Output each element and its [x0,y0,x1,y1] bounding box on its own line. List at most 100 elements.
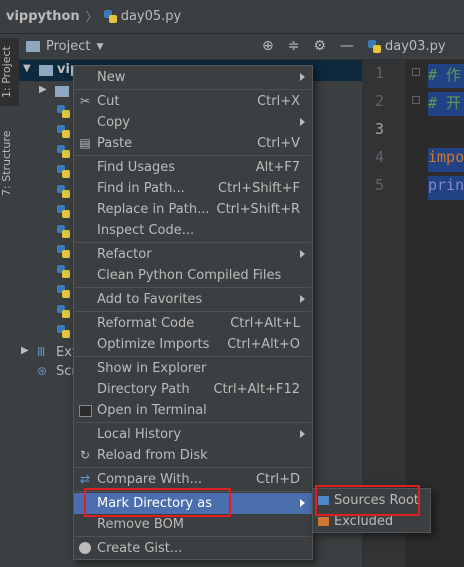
menu-item-show-explorer[interactable]: Show in Explorer [74,358,312,379]
python-file-icon [57,125,70,138]
menu-item-reformat[interactable]: Reformat Code Ctrl+Alt+L [74,313,312,334]
menu-item-copy[interactable]: Copy [74,112,312,133]
menu-item-label: Local History [97,427,182,442]
tree-file-row[interactable] [19,202,73,222]
locate-icon[interactable]: ⊕ [262,38,274,54]
menu-item-label: Reload from Disk [97,448,208,463]
shortcut-label: Ctrl+Shift+F [218,181,300,196]
code-line: impo [428,148,464,172]
collapse-arrow-icon[interactable]: ▶ [21,345,29,356]
tree-file-row[interactable] [19,182,73,202]
menu-separator [75,356,311,357]
line-number: 4 [374,148,384,166]
menu-item-refactor[interactable]: Refactor [74,244,312,265]
shortcut-label: Alt+F7 [255,160,300,175]
scratches-icon: ⊛ [37,364,48,378]
menu-item-directory-path[interactable]: Directory Path Ctrl+Alt+F12 [74,379,312,400]
menu-item-label: Inspect Code... [97,223,195,238]
fold-marker-icon[interactable] [412,68,420,76]
tab-structure-label: 7: Structure [0,130,13,196]
tree-row-external-libraries[interactable]: ▶ Ⅲ Ext [19,343,79,363]
menu-item-reload[interactable]: ↻ Reload from Disk [74,445,312,466]
menu-separator [75,89,311,90]
annotation-box-mark-directory [84,488,231,517]
python-file-icon [57,185,70,198]
menu-item-compare[interactable]: ⇄ Compare With... Ctrl+D [74,469,312,490]
editor-tab-bar: day03.py [362,34,464,60]
menu-item-inspect-code[interactable]: Inspect Code... [74,220,312,241]
menu-item-open-terminal[interactable]: Open in Terminal [74,400,312,421]
python-file-icon [57,165,70,178]
tree-file-row[interactable] [19,162,73,182]
python-file-icon [57,325,70,338]
tree-file-row[interactable] [19,282,73,302]
tree-file-row[interactable] [19,302,73,322]
left-tool-strip: 1: Project 7: Structure [0,34,20,567]
python-file-icon [57,145,70,158]
library-icon: Ⅲ [37,345,46,359]
breadcrumb-file[interactable]: day05.py [121,9,182,24]
tree-file-row[interactable] [19,122,73,142]
tab-project[interactable]: 1: Project [0,38,19,106]
tab-structure[interactable]: 7: Structure [0,124,19,202]
chevron-down-icon[interactable]: ▼ [96,42,103,52]
menu-item-label: Paste [97,136,133,151]
context-menu: New ✂ Cut Ctrl+X Copy ▤ Paste Ctrl+V Find Us… [73,65,313,560]
menu-item-local-history[interactable]: Local History [74,424,312,445]
menu-item-replace-in-path[interactable]: Replace in Path... Ctrl+Shift+R [74,199,312,220]
gear-icon[interactable]: ⚙ [313,38,326,54]
tree-row-scratches[interactable]: ⊛ Scr [19,362,79,382]
menu-item-create-gist[interactable]: Create Gist... [74,538,312,559]
menu-item-find-usages[interactable]: Find Usages Alt+F7 [74,157,312,178]
hide-icon[interactable]: — [340,38,354,54]
menu-item-find-in-path[interactable]: Find in Path... Ctrl+Shift+F [74,178,312,199]
menu-item-remove-bom[interactable]: Remove BOM [74,514,312,535]
menu-item-clean-python[interactable]: Clean Python Compiled Files [74,265,312,286]
menu-item-cut[interactable]: ✂ Cut Ctrl+X [74,91,312,112]
collapse-arrow-icon[interactable]: ▶ [39,84,47,95]
folder-icon [55,86,69,97]
project-panel-header: Project ▼ ⊕ ≑ ⚙ — [19,34,362,60]
menu-separator [75,155,311,156]
reload-icon: ↻ [79,448,91,462]
menu-item-label: Find in Path... [97,181,185,196]
line-number: 1 [374,64,384,82]
tree-file-row[interactable] [19,322,73,342]
submenu-arrow-icon [300,73,305,81]
expand-arrow-icon[interactable]: ▼ [23,63,31,74]
menu-item-optimize-imports[interactable]: Optimize Imports Ctrl+Alt+O [74,334,312,355]
breadcrumb-separator: 〉 [85,10,98,24]
project-view-selector[interactable]: Project [46,39,90,54]
submenu-arrow-icon [300,250,305,258]
menu-item-label: Directory Path [97,382,190,397]
menu-item-label: Add to Favorites [97,292,203,307]
code-line: # 开 [428,92,464,116]
tree-file-row[interactable] [19,102,73,122]
tree-file-row[interactable] [19,222,73,242]
clipboard-icon: ▤ [79,136,91,150]
terminal-icon [79,405,92,417]
menu-item-add-favorites[interactable]: Add to Favorites [74,289,312,310]
menu-item-label: Find Usages [97,160,176,175]
collapse-all-icon[interactable]: ≑ [288,38,300,54]
menu-item-label: Refactor [97,247,152,262]
fold-marker-icon[interactable] [412,96,420,104]
menu-item-paste[interactable]: ▤ Paste Ctrl+V [74,133,312,154]
breadcrumb-project[interactable]: vippython [6,9,80,24]
menu-item-label: New [97,70,126,85]
menu-item-new[interactable]: New [74,67,312,88]
python-file-icon [57,205,70,218]
python-file-icon [57,105,70,118]
tree-row[interactable]: ▶ [19,81,79,101]
tree-file-row[interactable] [19,242,73,262]
tree-file-row[interactable] [19,142,73,162]
menu-item-label: Show in Explorer [97,361,207,376]
menu-item-label: Open in Terminal [97,403,207,418]
tree-file-row[interactable] [19,262,73,282]
menu-separator [75,287,311,288]
menu-item-label: Optimize Imports [97,337,210,352]
menu-separator [75,536,311,537]
shortcut-label: Ctrl+Alt+F12 [213,382,300,397]
menu-item-label: Copy [97,115,130,130]
editor-tab[interactable]: day03.py [368,39,446,54]
